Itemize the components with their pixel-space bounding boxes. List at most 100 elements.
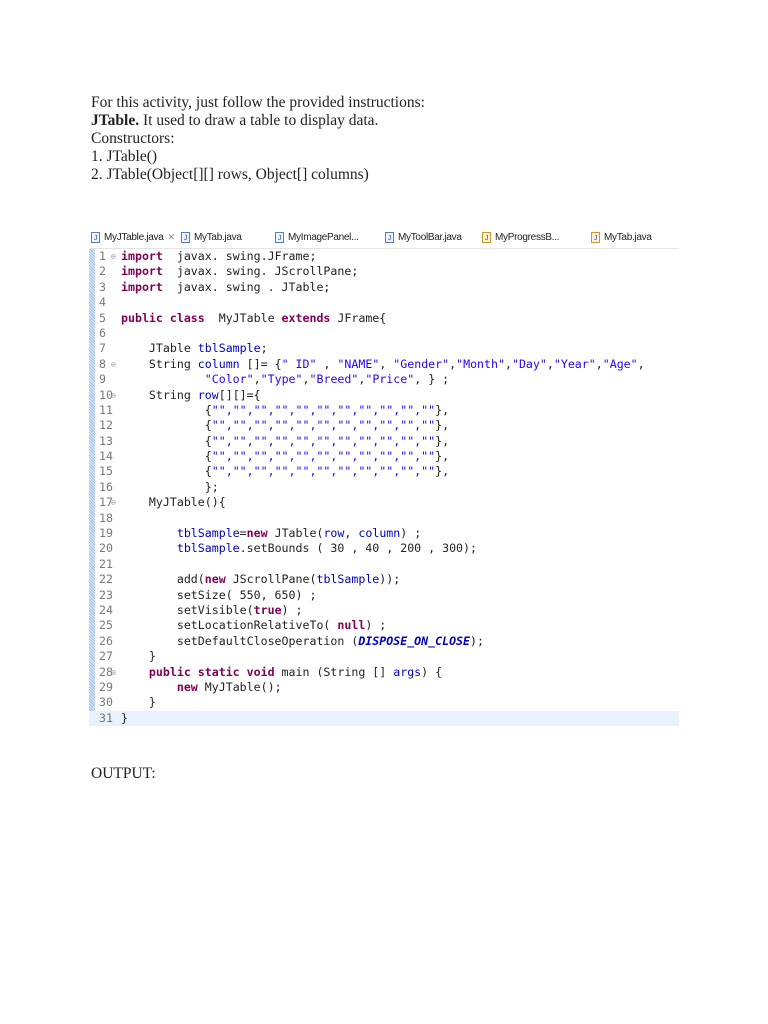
code-line[interactable]: 23 setSize( 550, 650) ; (89, 588, 679, 603)
code-line[interactable]: 18 (89, 511, 679, 526)
code-token: "","","","","","","","","","","" (211, 402, 436, 417)
code-line[interactable]: 20 tblSample.setBounds ( 30 , 40 , 200 ,… (89, 541, 679, 556)
line-number: 4 (99, 295, 106, 310)
code-token: }, (435, 418, 450, 433)
code-token: "Day" (511, 356, 547, 371)
code-line[interactable]: 4 (89, 295, 679, 310)
code-token: " ID" (281, 356, 317, 371)
code-token: tblSample (316, 572, 380, 587)
code-line[interactable]: 30 } (89, 695, 679, 710)
fold-toggle-icon[interactable]: ⊖ (111, 249, 116, 264)
code-text: import javax. swing . JTable; (121, 280, 330, 295)
line-number: 24 (99, 602, 113, 617)
jtable-description: JTable. It used to draw a table to displ… (91, 112, 425, 130)
code-token: javax. swing. JScrollPane; (162, 264, 359, 279)
code-line[interactable]: 27 } (89, 649, 679, 664)
line-number: 2 (99, 264, 106, 279)
line-number: 20 (99, 541, 113, 556)
fold-toggle-icon[interactable]: ⊖ (111, 388, 116, 403)
code-text: } (121, 695, 156, 710)
code-text: public static void main (String [] args)… (121, 665, 442, 680)
code-token: import (121, 249, 163, 263)
code-text: MyJTable(){ (121, 495, 226, 510)
code-line[interactable]: 7 JTable tblSample; (89, 341, 679, 356)
line-number: 9 (99, 372, 106, 387)
code-token: args (393, 664, 422, 679)
line-number: 14 (99, 449, 113, 464)
editor-tab[interactable]: J MyTab.java (591, 232, 652, 243)
editor-tab[interactable]: J MyJTable.java ✕ (91, 232, 175, 243)
code-token: String (121, 387, 198, 402)
code-token: import (121, 279, 163, 294)
line-number: 8 (99, 356, 106, 371)
code-token: DISPOSE_ON_CLOSE (358, 633, 471, 648)
code-text: "Color","Type","Breed","Price", } ; (121, 372, 449, 387)
fold-toggle-icon[interactable]: ⊖ (111, 357, 116, 372)
code-token: JTable( (267, 526, 324, 541)
code-token: column (358, 526, 401, 541)
java-file-icon: J (591, 232, 600, 243)
code-token: )); (379, 572, 401, 587)
editor-tab[interactable]: J MyToolBar.java (385, 232, 462, 243)
code-token: }, (435, 449, 450, 464)
code-line[interactable]: 24 setVisible(true) ; (89, 603, 679, 618)
code-token: public static void (148, 664, 275, 679)
fold-toggle-icon[interactable]: ⊖ (111, 665, 116, 680)
code-line[interactable]: 6 (89, 326, 679, 341)
line-number: 23 (99, 587, 113, 602)
code-token: } (121, 649, 156, 664)
code-token: new (246, 526, 268, 541)
code-line[interactable]: 26 setDefaultCloseOperation (DISPOSE_ON_… (89, 634, 679, 649)
java-file-icon: J (275, 232, 284, 243)
code-token: tblSample (176, 541, 240, 556)
editor-tab[interactable]: J MyTab.java (181, 232, 242, 243)
code-line[interactable]: 5 public class MyJTable extends JFrame{ (89, 311, 679, 326)
code-line[interactable]: 11 {"","","","","","","","","","",""}, (89, 403, 679, 418)
editor-tab[interactable]: J MyImagePanel... (275, 232, 359, 243)
code-line[interactable]: 1 ⊖ import javax. swing.JFrame; (89, 249, 679, 264)
code-line[interactable]: 17 ⊖ MyJTable(){ (89, 495, 679, 510)
code-line[interactable]: 31} (89, 710, 679, 727)
tab-label: MyImagePanel... (288, 232, 359, 243)
code-line[interactable]: 2 import javax. swing. JScrollPane; (89, 264, 679, 279)
code-token: setDefaultCloseOperation ( (121, 633, 359, 648)
code-text: setSize( 550, 650) ; (121, 588, 317, 603)
line-number: 27 (99, 649, 113, 664)
code-line[interactable]: 28 ⊖ public static void main (String [] a… (89, 665, 679, 680)
line-number: 17 (99, 495, 113, 510)
code-line[interactable]: 8 ⊖ String column []= {" ID" , "NAME", "G… (89, 357, 679, 372)
code-token: = (239, 526, 247, 541)
code-line[interactable]: 14 {"","","","","","","","","","",""}, (89, 449, 679, 464)
code-token: MyJTable (204, 310, 282, 325)
code-line[interactable]: 10 ⊖ String row[][]={ (89, 388, 679, 403)
code-line[interactable]: 19 tblSample=new JTable(row, column) ; (89, 526, 679, 541)
code-line[interactable]: 29 new MyJTable(); (89, 680, 679, 695)
code-line[interactable]: 9 "Color","Type","Breed","Price", } ; (89, 372, 679, 387)
code-line[interactable]: 13 {"","","","","","","","","","",""}, (89, 434, 679, 449)
tab-label: MyToolBar.java (398, 232, 462, 243)
code-line[interactable]: 12 {"","","","","","","","","","",""}, (89, 418, 679, 433)
code-text: {"","","","","","","","","","",""}, (121, 418, 449, 433)
code-line[interactable]: 3 import javax. swing . JTable; (89, 280, 679, 295)
code-token: ) ; (281, 602, 303, 617)
code-line[interactable]: 22 add(new JScrollPane(tblSample)); (89, 572, 679, 587)
code-token: new (176, 679, 198, 694)
code-token: true (253, 602, 282, 617)
code-line[interactable]: 25 setLocationRelativeTo( null) ; (89, 618, 679, 633)
constructor-2: 2. JTable(Object[][] rows, Object[] colu… (91, 166, 369, 183)
code-token: tblSample (176, 526, 240, 541)
code-token: "Gender" (393, 356, 450, 371)
code-line[interactable]: 15 {"","","","","","","","","","",""}, (89, 464, 679, 479)
line-number: 13 (99, 433, 113, 448)
editor-tab[interactable]: J MyProgressB... (482, 232, 559, 243)
code-line[interactable]: 16 }; (89, 480, 679, 495)
fold-toggle-icon[interactable]: ⊖ (111, 495, 116, 510)
tab-label: MyJTable.java (104, 232, 164, 243)
code-text: } (121, 711, 128, 726)
code-token: JScrollPane( (225, 572, 317, 587)
close-tab-icon[interactable]: ✕ (167, 232, 175, 243)
code-line[interactable]: 21 (89, 557, 679, 572)
code-token: "","","","","","","","","","","" (211, 418, 436, 433)
code-text: import javax. swing. JScrollPane; (121, 264, 358, 279)
